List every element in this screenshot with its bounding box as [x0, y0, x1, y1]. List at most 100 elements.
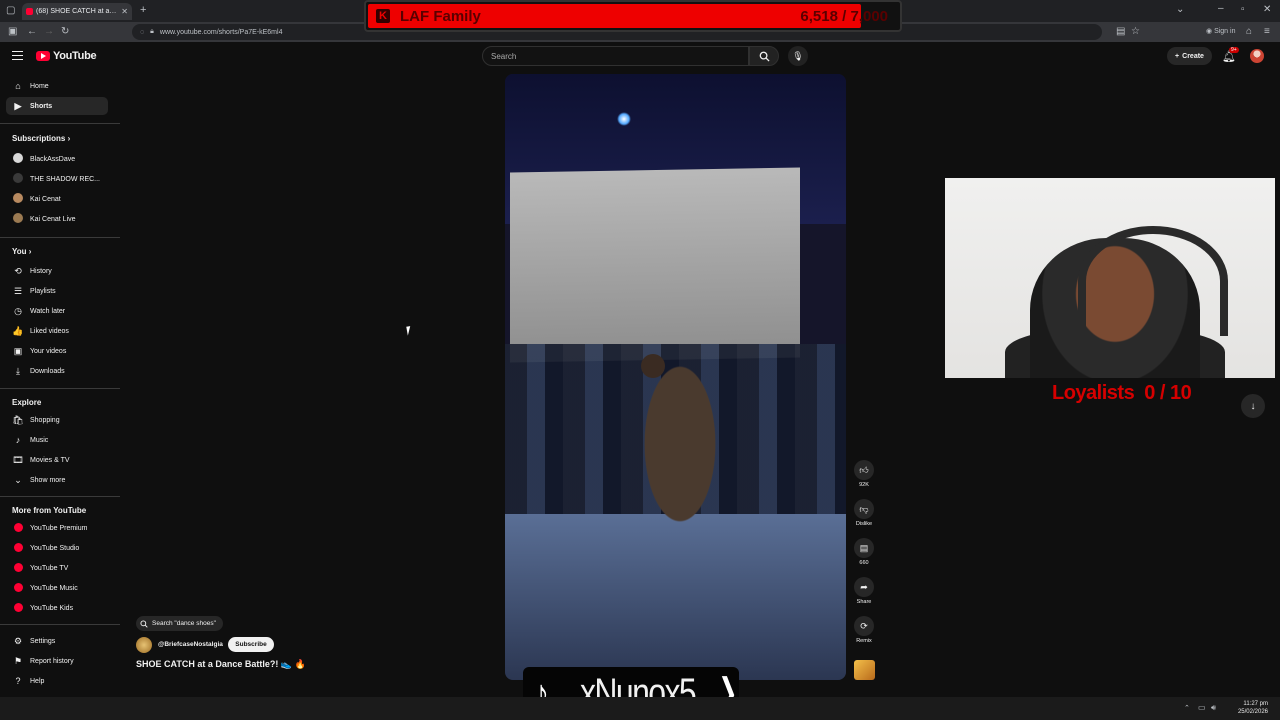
- channel-avatar[interactable]: [136, 637, 152, 653]
- channel-name[interactable]: @BriefcaseNostalgia: [158, 641, 223, 648]
- sidebar-item-label: YouTube Premium: [30, 524, 88, 532]
- remix-icon[interactable]: ⟳: [854, 616, 874, 636]
- thumbs-down-icon[interactable]: 👎︎: [854, 499, 874, 519]
- sidebar-item-the-shadow-rec[interactable]: THE SHADOW REC...: [6, 170, 108, 188]
- sidebar-item-help[interactable]: ? Help: [6, 672, 108, 690]
- sidebar-item-label: Shopping: [30, 416, 60, 424]
- comment-icon[interactable]: ▤: [854, 538, 874, 558]
- microphone-icon: 🎙︎: [792, 50, 804, 61]
- sidebar-item-watch-later[interactable]: ◷ Watch later: [6, 302, 108, 320]
- sidebar-item-kai-cenat[interactable]: Kai Cenat: [6, 190, 108, 208]
- reload-icon[interactable]: ↻: [61, 27, 69, 37]
- avatar[interactable]: [1250, 49, 1264, 63]
- sidebar-item-shorts[interactable]: ▶ Shorts: [6, 97, 108, 115]
- sidebar-item-label: Playlists: [30, 287, 56, 295]
- downloads-icon: ⤓: [16, 365, 20, 376]
- sign-in-button[interactable]: ◉ Sign in: [1206, 27, 1235, 37]
- tray-arrow-icon[interactable]: ⌃: [1184, 704, 1190, 714]
- back-icon[interactable]: ←: [27, 27, 37, 37]
- sidebar-item-youtube-tv[interactable]: YouTube TV: [6, 559, 108, 577]
- network-icon[interactable]: ▭: [1198, 703, 1206, 713]
- sidebar-item-blackassdave[interactable]: BlackAssDave: [6, 150, 108, 168]
- hamburger-menu-icon[interactable]: [12, 51, 23, 60]
- sidebar-item-shopping[interactable]: 🛍 Shopping: [6, 411, 108, 429]
- watch-later-icon: ◷: [14, 305, 22, 316]
- sidebar-item-settings[interactable]: ⚙ Settings: [6, 632, 108, 650]
- sidebar-section-more-from-youtube: More from YouTube: [12, 506, 87, 515]
- comments-action[interactable]: ▤ 660: [853, 538, 875, 566]
- close-tab-icon[interactable]: ✕: [121, 7, 128, 16]
- reader-icon[interactable]: ▤: [1116, 27, 1125, 37]
- sidebar-item-label: BlackAssDave: [30, 155, 76, 163]
- extensions-icon[interactable]: ⌂: [1246, 27, 1252, 37]
- sidebar-item-show-more[interactable]: ⌄ Show more: [6, 471, 108, 489]
- sidebar-item-label: Shorts: [30, 102, 53, 110]
- voice-search-button[interactable]: 🎙︎: [788, 46, 808, 66]
- thumbs-up-icon[interactable]: 👍︎: [854, 460, 874, 480]
- sidebar-item-movies-tv[interactable]: 🎞 Movies & TV: [6, 451, 108, 469]
- share-icon[interactable]: ➦: [854, 577, 874, 597]
- sidebar-item-youtube-premium[interactable]: YouTube Premium: [6, 519, 108, 537]
- minimize-icon[interactable]: –: [1218, 4, 1224, 14]
- sidebar-item-playlists[interactable]: ☰ Playlists: [6, 282, 108, 300]
- goal-count: 6,518 / 7,000: [800, 8, 888, 25]
- share-action[interactable]: ➦ Share: [853, 577, 875, 605]
- youtube-play-icon: [36, 51, 50, 61]
- sidebar-item-youtube-studio[interactable]: YouTube Studio: [6, 539, 108, 557]
- search-input[interactable]: Search: [482, 46, 749, 66]
- next-short-button[interactable]: ↓: [1241, 394, 1265, 418]
- sidebar-item-youtube-music[interactable]: YouTube Music: [6, 579, 108, 597]
- create-button[interactable]: + Create: [1167, 47, 1212, 65]
- sidebar-item-kai-cenat-live[interactable]: Kai Cenat Live: [6, 210, 108, 228]
- sidebar-section-explore: Explore: [12, 398, 42, 407]
- sidebar-item-label: Settings: [30, 637, 56, 645]
- your-videos-icon: ▣: [13, 345, 23, 356]
- plus-icon: +: [1175, 52, 1180, 60]
- sidebar-toggle-icon[interactable]: ▣: [8, 27, 17, 37]
- dislike-action[interactable]: 👎︎ Dislike: [853, 499, 875, 527]
- sidebar-item-liked-videos[interactable]: 👍 Liked videos: [6, 322, 108, 340]
- sidebar-item-your-videos[interactable]: ▣ Your videos: [6, 342, 108, 360]
- arrow-down-icon: ↓: [1250, 400, 1256, 412]
- notification-badge: 9+: [1229, 47, 1239, 53]
- sidebar-item-youtube-kids[interactable]: YouTube Kids: [6, 599, 108, 617]
- remix-action[interactable]: ⟳ Remix: [853, 616, 875, 644]
- sidebar-section-subscriptions[interactable]: Subscriptions ›: [12, 134, 70, 143]
- sidebar-item-label: YouTube Studio: [30, 544, 80, 552]
- tab-menu-icon[interactable]: ▢: [6, 6, 15, 16]
- gear-icon: ⚙: [13, 635, 23, 646]
- sidebar-item-history[interactable]: ⟲ History: [6, 262, 108, 280]
- bookmark-star-icon[interactable]: ☆: [1131, 27, 1140, 37]
- search-suggestion-chip[interactable]: Search "dance shoes": [136, 616, 223, 631]
- window-close-icon[interactable]: ✕: [1263, 5, 1271, 15]
- lock-icon[interactable]: 🔒︎: [150, 28, 154, 36]
- shield-icon[interactable]: ◌: [140, 29, 144, 36]
- like-action[interactable]: 👍︎ 92K: [853, 460, 875, 488]
- liked-videos-icon: 👍: [12, 325, 24, 336]
- sidebar-section-you[interactable]: You ›: [12, 247, 31, 256]
- volume-icon[interactable]: 🔊︎: [1211, 703, 1216, 713]
- sidebar-divider: [0, 237, 120, 238]
- subscribe-button[interactable]: Subscribe: [228, 637, 274, 652]
- sound-thumbnail[interactable]: [854, 660, 875, 680]
- maximize-icon[interactable]: ▫: [1241, 5, 1245, 15]
- youtube-app-icon: [6, 542, 30, 554]
- youtube-logo[interactable]: YouTube: [36, 50, 97, 62]
- sidebar-item-report-history[interactable]: ⚑ Report history: [6, 652, 108, 670]
- short-video-player[interactable]: [505, 74, 846, 680]
- sidebar-item-music[interactable]: ♪ Music: [6, 431, 108, 449]
- sidebar-item-label: Home: [30, 82, 49, 90]
- chevron-down-icon: ⌄: [14, 474, 22, 485]
- browser-tab[interactable]: (68) SHOE CATCH at a Dance ✕: [22, 3, 132, 20]
- new-tab-icon[interactable]: +: [140, 5, 146, 16]
- sidebar-item-downloads[interactable]: ⤓ Downloads: [6, 362, 108, 380]
- shopping-bag-icon: 🛍: [12, 414, 24, 425]
- search-button[interactable]: [749, 46, 779, 66]
- sidebar-item-label: THE SHADOW REC...: [30, 175, 101, 183]
- history-icon: ⟲: [14, 265, 22, 276]
- forward-icon[interactable]: →: [44, 27, 54, 37]
- sidebar-item-home[interactable]: ⌂ Home: [6, 77, 108, 95]
- browser-menu-icon[interactable]: ≡: [1264, 27, 1270, 37]
- tab-search-icon[interactable]: ⌄: [1176, 5, 1184, 15]
- sidebar-item-label: History: [30, 267, 52, 275]
